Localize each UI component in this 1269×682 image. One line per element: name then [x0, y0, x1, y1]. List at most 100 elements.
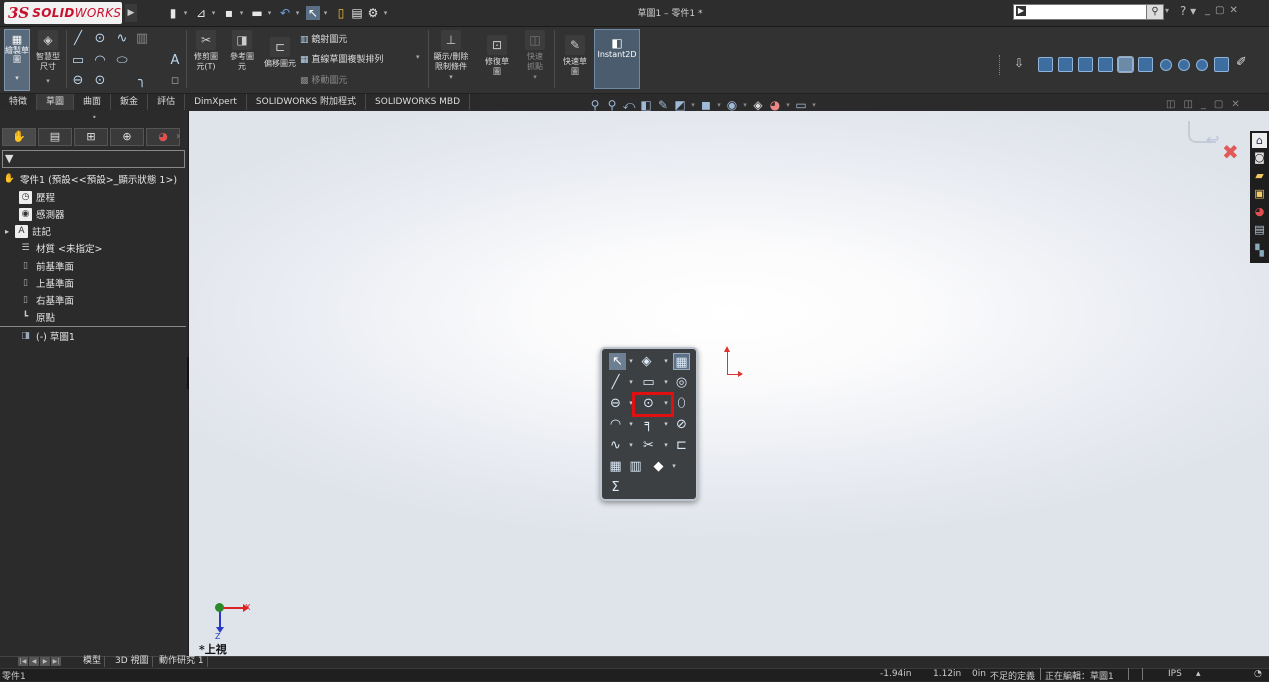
tree-item-annotations[interactable]: ▸ A 註記 — [5, 223, 51, 239]
part-icon[interactable]: ◆ — [650, 458, 667, 475]
view-selector-icon[interactable]: ✐ — [1236, 55, 1247, 70]
hide-show-dropdown-icon[interactable]: ▾ — [742, 98, 748, 112]
print-dropdown-icon[interactable]: ▾ — [266, 6, 273, 20]
smart-dimension-button[interactable]: ◈ 智慧型尺寸 ▾ — [33, 30, 63, 86]
point-icon[interactable]: ▫ — [167, 73, 183, 89]
slot-icon[interactable]: ⊖ — [607, 395, 624, 412]
rectangle-icon[interactable]: ▭ — [70, 53, 86, 69]
select-icon[interactable]: ↖ — [609, 353, 626, 370]
window-controls[interactable]: _▢✕ — [1205, 5, 1243, 16]
tab-evaluate[interactable]: 評估 — [148, 94, 186, 110]
quick-snaps-button[interactable]: ◫ 快速抓點 ▾ — [518, 30, 552, 82]
tree-filter-input[interactable] — [2, 150, 185, 168]
quick-snaps-dropdown-icon[interactable]: ▾ — [533, 72, 537, 82]
display-manager-tab-icon[interactable]: ◕ — [146, 128, 180, 146]
spline-icon[interactable]: ∿ — [114, 31, 130, 47]
display-delete-relations-button[interactable]: ⊥ 顯示/刪除限制條件 ▾ — [431, 30, 471, 82]
single-view-icon[interactable] — [1214, 57, 1229, 72]
viewport-minimize-icon[interactable]: _ — [1201, 99, 1214, 110]
normal-to-icon[interactable]: ⇩ — [1014, 56, 1024, 70]
offset-entities-button[interactable]: ⊏ 偏移圖元 — [262, 37, 298, 69]
restore-icon[interactable]: ▢ — [1215, 5, 1229, 16]
options-dropdown-icon[interactable]: ▾ — [382, 6, 389, 20]
front-view-icon[interactable] — [1038, 57, 1053, 72]
units-dropdown-icon[interactable]: ▴ — [1196, 669, 1201, 679]
save-dropdown-icon[interactable]: ▾ — [238, 6, 245, 20]
tree-item-history[interactable]: ◷ 歷程 — [19, 189, 55, 205]
confirm-arrow-icon[interactable]: ↩ — [1206, 130, 1219, 149]
last-tab-icon[interactable]: ▶| — [51, 657, 61, 666]
search-input[interactable]: ▶ — [1013, 4, 1147, 20]
move-entities-button[interactable]: ▩ 移動圖元 — [300, 73, 347, 86]
mirror-icon[interactable]: ▥ — [627, 458, 644, 475]
linear-pattern-dropdown-icon[interactable]: ▾ — [416, 53, 420, 61]
fillet-icon[interactable]: ╮ — [134, 73, 150, 89]
arc-dropdown-icon[interactable]: ▾ — [628, 416, 634, 433]
intersection-curve-icon[interactable]: ⊘ — [673, 416, 690, 433]
rebuild-icon[interactable]: ▯ — [334, 6, 348, 20]
view-palette-icon[interactable]: ▣ — [1252, 186, 1267, 201]
repair-sketch-button[interactable]: ⊡ 修復草圖 — [481, 35, 513, 77]
line-dropdown-icon[interactable]: ▾ — [628, 374, 634, 391]
trim-dropdown-icon[interactable]: ▾ — [663, 437, 669, 454]
solidworks-forum-icon[interactable]: ▚ — [1252, 243, 1267, 258]
zoom-to-fit-icon[interactable]: ⚲ — [588, 98, 602, 112]
print-icon[interactable]: ▬ — [250, 6, 264, 20]
display-style-icon[interactable]: ◼ — [699, 98, 713, 112]
graphics-area[interactable] — [189, 111, 1269, 656]
viewport-close-icon[interactable]: ✕ — [1231, 99, 1247, 110]
edit-appearance-icon[interactable]: ◈ — [751, 98, 765, 112]
tab-motion-study[interactable]: 動作研究 1 — [156, 656, 208, 667]
open-dropdown-icon[interactable]: ▾ — [210, 6, 217, 20]
view-settings-icon[interactable]: ▭ — [794, 98, 808, 112]
tab-surfaces[interactable]: 曲面 — [74, 94, 112, 110]
rollback-bar[interactable] — [0, 326, 186, 327]
display-style-dropdown-icon[interactable]: ▾ — [716, 98, 722, 112]
panel-expand-arrow-icon[interactable]: › — [176, 131, 180, 142]
arc-icon[interactable]: ◠ — [607, 416, 624, 433]
sketch-button[interactable]: ▦ 繪製草圖 ▾ — [4, 29, 30, 91]
circle-icon[interactable]: ⊙ — [92, 31, 108, 47]
rectangle-dropdown-icon[interactable]: ▾ — [663, 374, 669, 391]
search-icon[interactable]: ⚲ — [1146, 4, 1164, 20]
file-explorer-icon[interactable]: ▰ — [1252, 168, 1267, 183]
property-manager-tab-icon[interactable]: ▤ — [38, 128, 72, 146]
select-dropdown-icon[interactable]: ▾ — [322, 6, 329, 20]
search-dropdown-icon[interactable]: ▾ — [1165, 6, 1169, 15]
polygon-icon[interactable]: ⊙ — [92, 73, 108, 89]
tree-item-material[interactable]: ☰ 材質 <未指定> — [19, 240, 102, 256]
minimize-icon[interactable]: _ — [1205, 5, 1215, 16]
view-settings-dropdown-icon[interactable]: ▾ — [811, 98, 817, 112]
help-icon[interactable]: ? ▾ — [1180, 4, 1196, 18]
plane-icon[interactable]: ▥ — [134, 31, 150, 47]
smart-dimension-dropdown-icon[interactable]: ▾ — [46, 76, 50, 86]
appearances-icon[interactable]: ◕ — [1252, 204, 1267, 219]
new-dropdown-icon[interactable]: ▾ — [182, 6, 189, 20]
file-properties-icon[interactable]: ▤ — [350, 6, 364, 20]
tree-item-right-plane[interactable]: ▯ 右基準面 — [19, 292, 74, 308]
viewport-tile-icon[interactable]: ◫ — [1166, 99, 1183, 110]
ellipse-icon[interactable]: ⬭ — [114, 53, 130, 69]
tab-sketch[interactable]: 草圖 — [37, 94, 75, 110]
smart-dimension-icon[interactable]: ◈ — [638, 353, 655, 370]
close-icon[interactable]: ✕ — [1229, 5, 1242, 16]
instant2d-button[interactable]: ◧ Instant2D — [594, 29, 640, 89]
left-view-icon[interactable] — [1078, 57, 1093, 72]
zoom-to-area-icon[interactable]: ⚲ — [605, 98, 619, 112]
home-icon[interactable]: ⌂ — [1252, 133, 1267, 148]
equation-icon[interactable]: Σ — [607, 479, 624, 496]
status-toggle-icon[interactable]: ◔ — [1254, 669, 1262, 679]
tree-item-top-plane[interactable]: ▯ 上基準面 — [19, 275, 74, 291]
viewport-split-icon[interactable]: ◫ — [1183, 99, 1200, 110]
linear-pattern-button[interactable]: ▦ 直線草圖複製排列 — [300, 52, 383, 65]
feature-manager-tab-icon[interactable]: ✋ — [2, 128, 36, 146]
design-library-icon[interactable]: ◙ — [1252, 150, 1267, 165]
viewport-restore-icon[interactable]: ▢ — [1214, 99, 1231, 110]
select-dropdown-icon[interactable]: ▾ — [628, 353, 634, 370]
menu-expand-arrow-icon[interactable]: ▶ — [125, 4, 137, 22]
trim-icon[interactable]: ✂ — [640, 437, 657, 454]
panel-splitter-handle[interactable]: • — [92, 113, 97, 122]
tab-addins[interactable]: SOLIDWORKS 附加程式 — [247, 94, 367, 110]
dimxpert-manager-tab-icon[interactable]: ⊕ — [110, 128, 144, 146]
sketch-dropdown-icon[interactable]: ▾ — [5, 74, 29, 82]
